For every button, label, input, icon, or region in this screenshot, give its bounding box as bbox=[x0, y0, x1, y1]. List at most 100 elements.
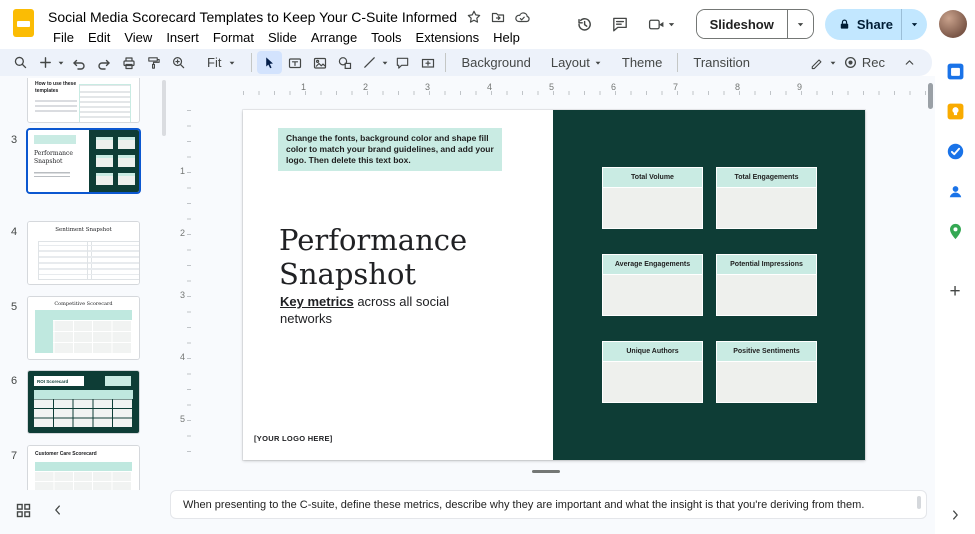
transition-button[interactable]: Transition bbox=[683, 51, 760, 74]
slides-logo[interactable] bbox=[13, 9, 34, 37]
menu-view[interactable]: View bbox=[117, 28, 159, 47]
lock-icon bbox=[838, 18, 851, 31]
insert-comment-tool[interactable] bbox=[390, 51, 415, 74]
new-slide-dropdown[interactable] bbox=[55, 59, 66, 67]
slide-title-text[interactable]: Performance Snapshot bbox=[279, 224, 524, 291]
toolbar-separator bbox=[677, 53, 678, 72]
undo-button[interactable] bbox=[66, 51, 91, 74]
move-folder-icon[interactable] bbox=[487, 6, 509, 28]
collapse-toolbar-icon[interactable] bbox=[897, 51, 922, 74]
version-history-icon[interactable] bbox=[569, 8, 601, 40]
metric-card-positive-sentiments[interactable]: Positive Sentiments bbox=[716, 341, 817, 403]
background-button[interactable]: Background bbox=[451, 51, 540, 74]
redo-button[interactable] bbox=[91, 51, 116, 74]
transition-label: Transition bbox=[693, 55, 750, 70]
account-avatar[interactable] bbox=[939, 10, 967, 38]
search-menus-icon[interactable] bbox=[8, 51, 33, 74]
zoom-icon[interactable] bbox=[166, 51, 191, 74]
title-row: Social Media Scorecard Templates to Keep… bbox=[44, 6, 533, 28]
theme-button[interactable]: Theme bbox=[612, 51, 672, 74]
select-tool[interactable] bbox=[257, 51, 282, 74]
notes-scrollbar[interactable] bbox=[917, 496, 921, 509]
zoom-fit-dropdown[interactable]: Fit bbox=[191, 51, 246, 74]
slideshow-button[interactable]: Slideshow bbox=[697, 10, 788, 38]
thumb-table bbox=[35, 462, 132, 490]
logo-placeholder-text[interactable]: [YOUR LOGO HERE] bbox=[254, 434, 333, 443]
layout-dropdown[interactable]: Layout bbox=[541, 51, 612, 74]
thumbnail-preview: Customer Care Scorecard bbox=[28, 446, 139, 490]
slide-thumbnail-competitive[interactable]: Competitive Scorecard bbox=[28, 297, 139, 359]
zoom-fit-label: Fit bbox=[201, 55, 224, 70]
insert-shape-tool[interactable] bbox=[332, 51, 357, 74]
contacts-icon[interactable] bbox=[946, 182, 965, 201]
horizontal-ruler: 1 2 3 4 5 6 7 8 9 bbox=[180, 80, 930, 96]
slideshow-dropdown[interactable] bbox=[788, 10, 813, 38]
pen-tool[interactable] bbox=[804, 51, 829, 74]
caret-down-icon bbox=[910, 20, 919, 29]
collapse-filmstrip-icon[interactable] bbox=[49, 501, 67, 519]
slide-thumbnail-howto[interactable]: How to use these templates bbox=[28, 78, 139, 122]
text-box-tool[interactable] bbox=[282, 51, 307, 74]
document-title[interactable]: Social Media Scorecard Templates to Keep… bbox=[44, 8, 461, 26]
grid-view-icon[interactable] bbox=[14, 501, 32, 519]
menu-arrange[interactable]: Arrange bbox=[304, 28, 364, 47]
add-panel-icon[interactable]: + bbox=[946, 282, 965, 301]
header-actions: Slideshow Share bbox=[569, 0, 975, 40]
slide-number: 7 bbox=[11, 450, 17, 462]
menu-tools[interactable]: Tools bbox=[364, 28, 408, 47]
metric-card-unique-authors[interactable]: Unique Authors bbox=[602, 341, 703, 403]
print-button[interactable] bbox=[116, 51, 141, 74]
slide-right-panel[interactable]: Total Volume Total Engagements Average E… bbox=[553, 110, 865, 460]
menu-file[interactable]: File bbox=[46, 28, 81, 47]
keep-icon[interactable] bbox=[946, 102, 965, 121]
menu-insert[interactable]: Insert bbox=[159, 28, 206, 47]
slide-thumbnail-roi[interactable]: ROI Scorecard bbox=[28, 371, 139, 433]
thumbnail-row: 6 ROI Scorecard bbox=[0, 371, 170, 433]
share-dropdown[interactable] bbox=[901, 9, 927, 40]
insert-placeholder-tool[interactable] bbox=[415, 51, 440, 74]
insert-image-tool[interactable] bbox=[307, 51, 332, 74]
expand-panel-icon[interactable] bbox=[946, 505, 965, 524]
tasks-icon[interactable] bbox=[946, 142, 965, 161]
menu-slide[interactable]: Slide bbox=[261, 28, 304, 47]
slide-thumbnail-sentiment[interactable]: Sentiment Snapshot bbox=[28, 222, 139, 284]
record-button[interactable]: Rec bbox=[841, 51, 887, 74]
filmstrip-scrollbar[interactable] bbox=[162, 80, 166, 136]
thumbnail-row: How to use these templates bbox=[0, 78, 170, 122]
star-icon[interactable] bbox=[463, 6, 485, 28]
metric-card-potential-impressions[interactable]: Potential Impressions bbox=[716, 254, 817, 316]
title-area: Social Media Scorecard Templates to Keep… bbox=[44, 0, 533, 47]
ruler-ticks bbox=[187, 110, 191, 466]
ruler-number: 4 bbox=[180, 352, 185, 362]
menu-help[interactable]: Help bbox=[486, 28, 527, 47]
metric-card-total-engagements[interactable]: Total Engagements bbox=[716, 167, 817, 229]
subtitle-lead: Key metrics bbox=[280, 294, 354, 309]
comment-history-icon[interactable] bbox=[604, 8, 636, 40]
notes-resize-handle[interactable] bbox=[532, 470, 560, 473]
instruction-text-box[interactable]: Change the fonts, background color and s… bbox=[278, 128, 502, 171]
metric-card-total-volume[interactable]: Total Volume bbox=[602, 167, 703, 229]
slide-canvas[interactable]: Total Volume Total Engagements Average E… bbox=[243, 110, 865, 460]
app-header: Social Media Scorecard Templates to Keep… bbox=[0, 0, 975, 48]
menu-format[interactable]: Format bbox=[206, 28, 261, 47]
caret-down-icon bbox=[667, 20, 676, 29]
thumbnail-row: 3 Performance Snapshot bbox=[0, 130, 170, 192]
speaker-notes[interactable]: When presenting to the C-suite, define t… bbox=[170, 490, 927, 519]
share-button[interactable]: Share bbox=[825, 9, 901, 40]
pen-tool-dropdown[interactable] bbox=[828, 59, 839, 67]
metric-card-average-engagements[interactable]: Average Engagements bbox=[602, 254, 703, 316]
calendar-icon[interactable] bbox=[946, 62, 965, 81]
maps-icon[interactable] bbox=[946, 222, 965, 241]
cloud-status-icon[interactable] bbox=[511, 6, 533, 28]
insert-line-dropdown[interactable] bbox=[379, 59, 390, 67]
canvas-scrollbar[interactable] bbox=[928, 83, 933, 109]
thumbnail-preview: How to use these templates bbox=[28, 78, 139, 122]
paint-format-button[interactable] bbox=[141, 51, 166, 74]
slide-subtitle-text[interactable]: Key metrics across all social networks bbox=[280, 294, 470, 328]
slide-thumbnail-performance[interactable]: Performance Snapshot bbox=[28, 130, 139, 192]
menu-edit[interactable]: Edit bbox=[81, 28, 117, 47]
slide-thumbnail-care[interactable]: Customer Care Scorecard bbox=[28, 446, 139, 490]
menu-extensions[interactable]: Extensions bbox=[409, 28, 487, 47]
menubar: File Edit View Insert Format Slide Arran… bbox=[46, 28, 533, 47]
meet-call-button[interactable] bbox=[639, 8, 685, 40]
